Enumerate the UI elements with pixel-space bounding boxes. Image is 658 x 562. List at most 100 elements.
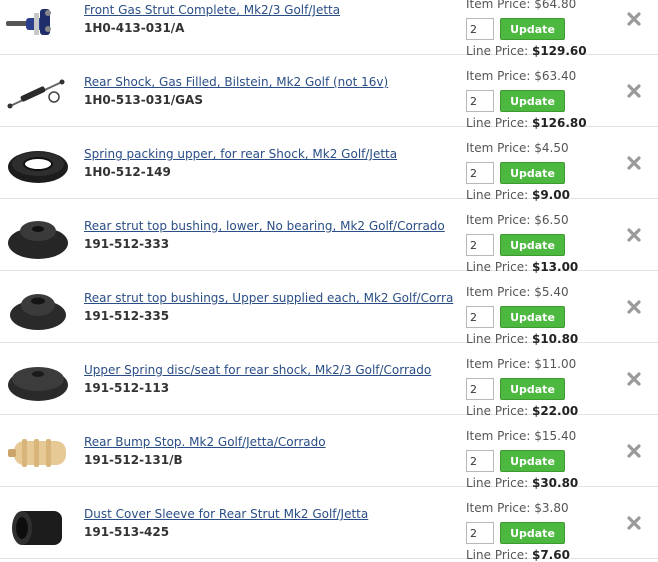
close-icon [627,300,641,314]
product-sku: 1H0-513-031/GAS [84,93,203,107]
price-block: Item Price: $6.50 Update Line Price: $13… [466,199,606,274]
item-price-label: Item Price: [466,429,531,443]
product-image-bump-stop[interactable] [4,427,70,479]
product-image-strut-bushing-upper[interactable] [4,283,70,335]
item-price-label: Item Price: [466,213,531,227]
price-block: Item Price: $5.40 Update Line Price: $10… [466,271,606,346]
product-link[interactable]: Dust Cover Sleeve for Rear Strut Mk2 Gol… [84,507,368,521]
close-icon [627,444,641,458]
product-sku: 191-513-425 [84,525,170,539]
item-price-label: Item Price: [466,285,531,299]
product-link[interactable]: Rear Bump Stop. Mk2 Golf/Jetta/Corrado [84,435,326,449]
item-price-value: $64.80 [534,0,577,11]
cart-row: Upper Spring disc/seat for rear shock, M… [0,343,658,418]
close-icon [627,516,641,530]
cart-row: Rear Bump Stop. Mk2 Golf/Jetta/Corrado 1… [0,415,658,490]
item-price-value: $11.00 [534,357,577,371]
price-block: Item Price: $15.40 Update Line Price: $3… [466,415,606,490]
item-price-label: Item Price: [466,501,531,515]
quantity-input[interactable] [466,306,494,328]
price-block: Item Price: $11.00 Update Line Price: $2… [466,343,606,418]
remove-item-button[interactable] [626,515,642,531]
quantity-input[interactable] [466,522,494,544]
product-sku: 191-512-131/B [84,453,183,467]
price-block: Item Price: $3.80 Update Line Price: $7.… [466,487,606,562]
product-image-strut-bushing[interactable] [4,211,70,263]
quantity-input[interactable] [466,18,494,40]
remove-item-button[interactable] [626,299,642,315]
update-button[interactable]: Update [500,90,565,112]
product-sku: 191-512-113 [84,381,170,395]
remove-item-button[interactable] [626,371,642,387]
item-price-label: Item Price: [466,357,531,371]
product-link[interactable]: Front Gas Strut Complete, Mk2/3 Golf/Jet… [84,3,340,17]
cart-row: Rear strut top bushing, lower, No bearin… [0,199,658,274]
product-sku: 191-512-333 [84,237,170,251]
remove-item-button[interactable] [626,227,642,243]
close-icon [627,228,641,242]
quantity-input[interactable] [466,162,494,184]
line-price-label: Line Price: [466,548,529,562]
item-price-label: Item Price: [466,141,531,155]
product-sku: 1H0-413-031/A [84,21,185,35]
update-button[interactable]: Update [500,234,565,256]
product-sku: 1H0-512-149 [84,165,171,179]
close-icon [627,12,641,26]
update-button[interactable]: Update [500,522,565,544]
quantity-input[interactable] [466,234,494,256]
item-price-value: $3.80 [534,501,569,515]
product-image-rear-shock[interactable] [4,67,70,119]
item-price: Item Price: $3.80 [466,501,569,515]
product-image-dust-cover[interactable] [4,499,70,551]
update-button[interactable]: Update [500,450,565,472]
close-icon [627,84,641,98]
quantity-input[interactable] [466,90,494,112]
item-price-value: $15.40 [534,429,577,443]
product-image-front-strut[interactable] [4,0,70,47]
product-link[interactable]: Rear Shock, Gas Filled, Bilstein, Mk2 Go… [84,75,388,89]
cart-items-list: Front Gas Strut Complete, Mk2/3 Golf/Jet… [0,0,658,562]
product-link[interactable]: Upper Spring disc/seat for rear shock, M… [84,363,431,377]
product-link[interactable]: Rear strut top bushings, Upper supplied … [84,291,453,305]
product-image-spring-disc[interactable] [4,355,70,407]
update-button[interactable]: Update [500,378,565,400]
price-block: Item Price: $4.50 Update Line Price: $9.… [466,127,606,202]
item-price-value: $63.40 [534,69,577,83]
update-button[interactable]: Update [500,162,565,184]
item-price-label: Item Price: [466,0,531,11]
item-price: Item Price: $11.00 [466,357,576,371]
item-price: Item Price: $15.40 [466,429,576,443]
item-price-label: Item Price: [466,69,531,83]
cart-row: Dust Cover Sleeve for Rear Strut Mk2 Gol… [0,487,658,562]
cart-row: Front Gas Strut Complete, Mk2/3 Golf/Jet… [0,0,658,58]
product-link[interactable]: Rear strut top bushing, lower, No bearin… [84,219,445,233]
close-icon [627,372,641,386]
quantity-input[interactable] [466,450,494,472]
item-price: Item Price: $4.50 [466,141,569,155]
line-price: Line Price: $7.60 [466,548,570,562]
product-link[interactable]: Spring packing upper, for rear Shock, Mk… [84,147,397,161]
item-price-value: $4.50 [534,141,569,155]
line-price-value: $7.60 [531,548,570,562]
update-button[interactable]: Update [500,306,565,328]
item-price-value: $5.40 [534,285,569,299]
cart-row: Rear Shock, Gas Filled, Bilstein, Mk2 Go… [0,55,658,130]
item-price: Item Price: $5.40 [466,285,569,299]
cart-row: Spring packing upper, for rear Shock, Mk… [0,127,658,202]
price-block: Item Price: $63.40 Update Line Price: $1… [466,55,606,130]
remove-item-button[interactable] [626,11,642,27]
remove-item-button[interactable] [626,83,642,99]
quantity-input[interactable] [466,378,494,400]
remove-item-button[interactable] [626,443,642,459]
update-button[interactable]: Update [500,18,565,40]
product-sku: 191-512-335 [84,309,170,323]
item-price: Item Price: $63.40 [466,69,576,83]
item-price-value: $6.50 [534,213,569,227]
price-block: Item Price: $64.80 Update Line Price: $1… [466,0,606,58]
close-icon [627,156,641,170]
cart-row: Rear strut top bushings, Upper supplied … [0,271,658,346]
item-price: Item Price: $6.50 [466,213,569,227]
remove-item-button[interactable] [626,155,642,171]
item-price: Item Price: $64.80 [466,0,576,11]
product-image-spring-packing[interactable] [4,139,70,191]
